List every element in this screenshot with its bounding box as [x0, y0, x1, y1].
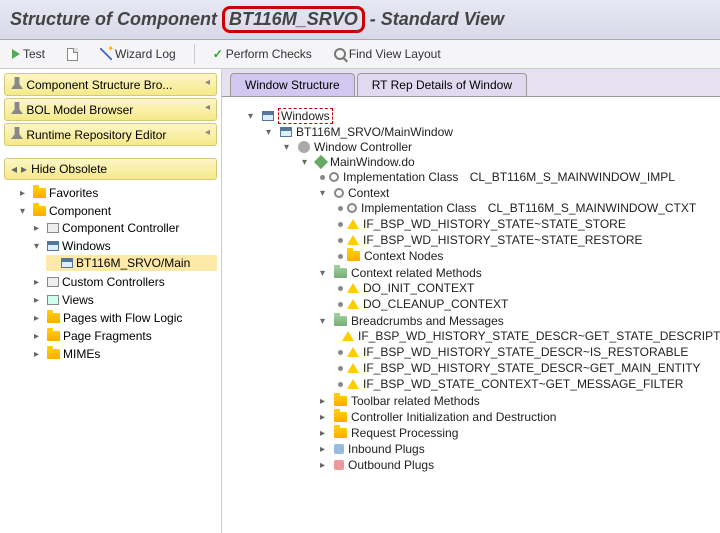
warning-icon [347, 347, 359, 357]
window-icon [280, 127, 292, 137]
rtree-context[interactable]: ▾Context [320, 186, 712, 200]
tree-favorites[interactable]: ▸Favorites [18, 185, 217, 201]
ring-icon [329, 172, 339, 182]
doc-button[interactable] [63, 46, 82, 63]
rtree-bf3[interactable]: IF_BSP_WD_HISTORY_STATE_DESCR~GET_MAIN_E… [338, 361, 712, 375]
tab-rt-rep-details[interactable]: RT Rep Details of Window [357, 73, 527, 96]
component-name-highlight: BT116M_SRVO [222, 6, 365, 33]
rtree-toolbar-methods[interactable]: ▸Toolbar related Methods [320, 394, 712, 408]
outbound-plug-icon [334, 460, 344, 470]
hide-obsolete-bar[interactable]: ◂ ▸ Hide Obsolete [4, 158, 217, 180]
window-icon [262, 111, 274, 121]
page-title: Structure of Component BT116M_SRVO - Sta… [0, 0, 720, 40]
rtree-impl-class[interactable]: Implementation Class CL_BT116M_S_MAINWIN… [320, 170, 712, 184]
right-arrow-icon[interactable]: ▸ [21, 162, 27, 176]
tab-window-structure[interactable]: Window Structure [230, 73, 355, 96]
rtree-ctx-impl[interactable]: Implementation Class CL_BT116M_S_MAINWIN… [338, 201, 712, 215]
perform-checks-button[interactable]: ✓Perform Checks [209, 45, 316, 63]
toolbar: Test Wizard Log ✓Perform Checks Find Vie… [0, 40, 720, 69]
warning-icon [347, 219, 359, 229]
warning-icon [347, 379, 359, 389]
diamond-icon [314, 155, 328, 169]
tree-windows[interactable]: ▾Windows [32, 238, 217, 254]
rtree-ctx-methods[interactable]: ▾Context related Methods [320, 266, 712, 280]
tool-icon [11, 127, 23, 139]
tree-custom-controllers[interactable]: ▸Custom Controllers [32, 274, 217, 290]
rtree-ctx-if1[interactable]: IF_BSP_WD_HISTORY_STATE~STATE_STORE [338, 217, 712, 231]
rtree-ctx-nodes[interactable]: Context Nodes [338, 249, 712, 263]
rtree-bf1[interactable]: IF_BSP_WD_HISTORY_STATE_DESCR~GET_STATE_… [338, 329, 712, 343]
folder-icon [47, 349, 60, 359]
rtree-ctrl-init-destr[interactable]: ▸Controller Initialization and Destructi… [320, 410, 712, 424]
nav-runtime-repo-editor[interactable]: Runtime Repository Editor [4, 123, 217, 146]
rtree-bf4[interactable]: IF_BSP_WD_STATE_CONTEXT~GET_MESSAGE_FILT… [338, 377, 712, 391]
folder-icon [347, 251, 360, 261]
warning-icon [347, 235, 359, 245]
wand-icon [100, 48, 112, 60]
folder-icon [47, 331, 60, 341]
find-view-layout-button[interactable]: Find View Layout [330, 45, 445, 63]
views-icon [47, 295, 59, 305]
ring-icon [347, 203, 357, 213]
tree-window-item-main[interactable]: BT116M_SRVO/Main [46, 255, 217, 271]
folder-icon [334, 428, 347, 438]
window-icon [61, 258, 73, 268]
rtree-outbound-plugs[interactable]: ▸Outbound Plugs [320, 458, 712, 472]
controller-icon [47, 277, 59, 287]
warning-icon [342, 331, 354, 341]
rtree-window-controller[interactable]: ▾Window Controller [284, 140, 712, 154]
left-panel: Component Structure Bro... BOL Model Bro… [0, 69, 222, 533]
check-icon: ✓ [213, 47, 223, 61]
tabs: Window Structure RT Rep Details of Windo… [222, 69, 720, 97]
tree-component[interactable]: ▾Component [18, 203, 217, 219]
folder-icon [47, 313, 60, 323]
rtree-do-init[interactable]: DO_INIT_CONTEXT [338, 281, 712, 295]
folder-open-icon [334, 316, 347, 326]
folder-open-icon [334, 268, 347, 278]
tree-views[interactable]: ▸Views [32, 292, 217, 308]
warning-icon [347, 299, 359, 309]
rtree-request-proc[interactable]: ▸Request Processing [320, 426, 712, 440]
tree-page-fragments[interactable]: ▸Page Fragments [32, 328, 217, 344]
wizard-log-button[interactable]: Wizard Log [96, 45, 180, 63]
rtree-inbound-plugs[interactable]: ▸Inbound Plugs [320, 442, 712, 456]
rtree-bf2[interactable]: IF_BSP_WD_HISTORY_STATE_DESCR~IS_RESTORA… [338, 345, 712, 359]
test-button[interactable]: Test [8, 45, 49, 63]
gear-icon [298, 141, 310, 153]
folder-icon [33, 188, 46, 198]
left-arrow-icon[interactable]: ◂ [11, 162, 17, 176]
rtree-ctx-if2[interactable]: IF_BSP_WD_HISTORY_STATE~STATE_RESTORE [338, 233, 712, 247]
nav-bol-model-browser[interactable]: BOL Model Browser [4, 98, 217, 121]
folder-icon [334, 412, 347, 422]
tree-pages-flow[interactable]: ▸Pages with Flow Logic [32, 310, 217, 326]
ring-icon [334, 188, 344, 198]
right-tree: ▾Windows ▾BT116M_SRVO/MainWindow ▾Window… [222, 97, 720, 533]
warning-icon [347, 363, 359, 373]
folder-icon [33, 206, 46, 216]
left-tree: ▸Favorites ▾Component ▸Component Control… [0, 182, 221, 533]
tree-mimes[interactable]: ▸MIMEs [32, 346, 217, 362]
doc-icon [67, 48, 78, 61]
warning-icon [347, 283, 359, 293]
controller-icon [47, 223, 59, 233]
right-panel: Window Structure RT Rep Details of Windo… [222, 69, 720, 533]
search-icon [334, 48, 346, 60]
rtree-root-windows[interactable]: ▾Windows [248, 108, 712, 124]
tool-icon [11, 102, 23, 114]
window-icon [47, 241, 59, 251]
rtree-mainwindow[interactable]: ▾BT116M_SRVO/MainWindow [266, 125, 712, 139]
rtree-mainwindow-do[interactable]: ▾MainWindow.do [302, 155, 712, 169]
nav-component-structure-browser[interactable]: Component Structure Bro... [4, 73, 217, 96]
rtree-breadcrumbs-msgs[interactable]: ▾Breadcrumbs and Messages [320, 314, 712, 328]
tool-icon [11, 77, 23, 89]
rtree-do-cleanup[interactable]: DO_CLEANUP_CONTEXT [338, 297, 712, 311]
play-icon [12, 49, 20, 59]
inbound-plug-icon [334, 444, 344, 454]
tree-component-controller[interactable]: ▸Component Controller [32, 220, 217, 236]
folder-icon [334, 396, 347, 406]
